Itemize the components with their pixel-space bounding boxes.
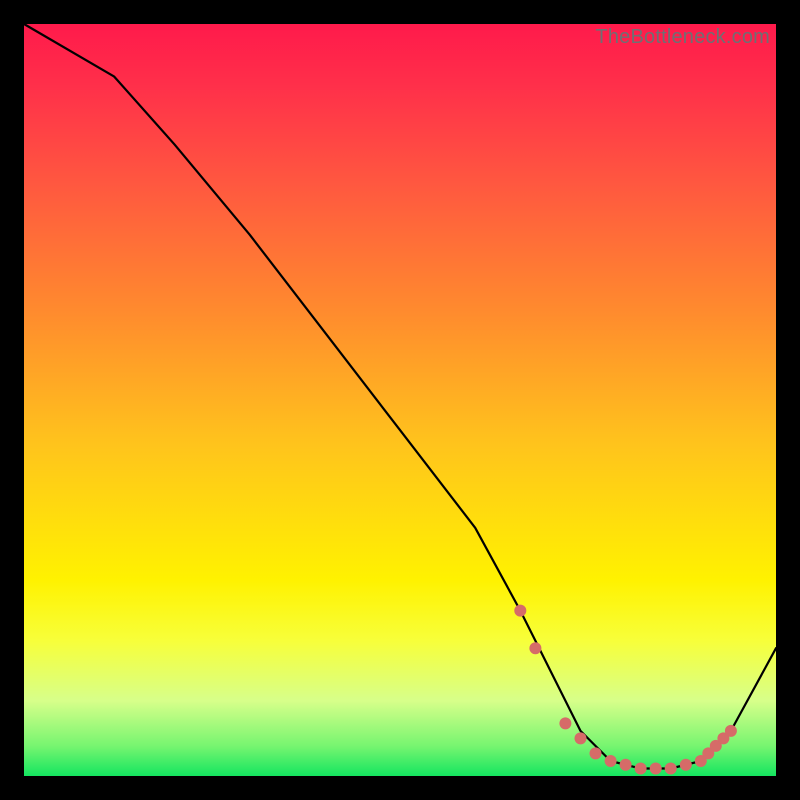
highlight-dot <box>665 763 677 775</box>
highlight-dot <box>635 763 647 775</box>
highlight-dot <box>725 725 737 737</box>
highlight-dot <box>559 717 571 729</box>
bottleneck-curve <box>24 24 776 769</box>
highlight-dot <box>590 747 602 759</box>
highlight-dot <box>575 732 587 744</box>
highlight-dot <box>680 759 692 771</box>
highlight-dot <box>620 759 632 771</box>
highlight-dot <box>529 642 541 654</box>
chart-stage: TheBottleneck.com <box>0 0 800 800</box>
highlight-dots-group <box>514 605 737 775</box>
plot-area: TheBottleneck.com <box>24 24 776 776</box>
highlight-dot <box>650 763 662 775</box>
curve-layer <box>24 24 776 776</box>
highlight-dot <box>605 755 617 767</box>
highlight-dot <box>514 605 526 617</box>
